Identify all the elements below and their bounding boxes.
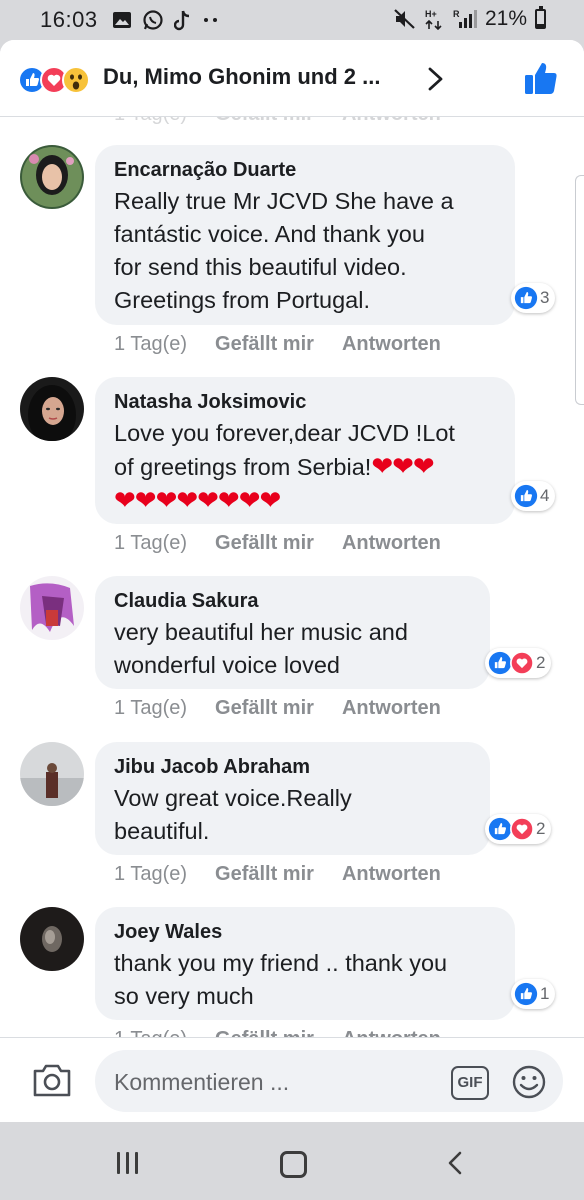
reply-link[interactable]: Antworten (342, 1028, 441, 1037)
status-time: 16:03 (40, 7, 98, 32)
whatsapp-icon (143, 10, 163, 30)
comment-bubble[interactable]: Joey Wales thank you my friend .. thank … (95, 907, 515, 1020)
comment-bubble[interactable]: Claudia Sakura very beautiful her music … (95, 576, 490, 689)
avatar[interactable] (20, 145, 84, 209)
chevron-right-icon[interactable] (426, 66, 446, 92)
comment-age: 1 Tag(e) (114, 863, 188, 885)
comment-text: very beautiful her music and wonderful v… (114, 619, 408, 678)
system-nav-bar (0, 1122, 584, 1200)
battery-percent: 21% (484, 7, 527, 30)
comment-text: thank you my friend .. thank you so very… (114, 950, 448, 1009)
love-reaction-icon (510, 651, 534, 675)
comment-text: Love you forever,dear JCVD !Lot of greet… (114, 420, 455, 515)
reply-link[interactable]: Antworten (342, 863, 441, 885)
comment-meta-previous: 1 Tag(e)Gefällt mirAntworten (114, 117, 469, 126)
reaction-count: 3 (540, 288, 550, 307)
scrollbar[interactable] (575, 175, 584, 405)
avatar[interactable] (20, 907, 84, 971)
comment-text: Really true Mr JCVD She have a fantástic… (114, 188, 454, 313)
comment-age: 1 Tag(e) (114, 1028, 187, 1037)
comment-author[interactable]: Jibu Jacob Abraham (114, 754, 471, 780)
like-reaction-icon (488, 817, 512, 841)
like-reaction-icon (514, 286, 538, 310)
more-notifications-icon (204, 18, 217, 22)
comments-header: Du, Mimo Ghonim und 2 ... (0, 40, 584, 117)
like-reaction-icon (514, 484, 538, 508)
comment-age: 1 Tag(e) (114, 697, 188, 719)
comment-bubble[interactable]: Jibu Jacob Abraham Vow great voice.Reall… (95, 742, 490, 855)
gallery-icon (113, 12, 131, 28)
camera-icon[interactable] (32, 1062, 72, 1098)
home-icon[interactable] (280, 1151, 307, 1178)
back-icon[interactable] (446, 1150, 464, 1176)
battery-icon (535, 6, 546, 29)
comment-age: 1 Tag(e) (114, 532, 188, 554)
header-reactions[interactable] (18, 66, 98, 94)
reaction-count-badge[interactable]: 1 (511, 979, 556, 1009)
like-button-icon[interactable] (522, 60, 560, 98)
svg-text:H+: H+ (425, 9, 437, 19)
comment-author[interactable]: Natasha Joksimovic (114, 389, 496, 415)
like-link[interactable]: Gefällt mir (215, 697, 314, 719)
reaction-count: 2 (536, 819, 546, 838)
comment-text: Vow great voice.Really beautiful. (114, 785, 352, 844)
like-link[interactable]: Gefällt mir (215, 532, 314, 554)
reply-link[interactable]: Antworten (342, 532, 441, 554)
comment-meta: 1 Tag(e) Gefällt mir Antworten (114, 532, 469, 555)
emoji-icon[interactable] (511, 1064, 547, 1100)
signal-icon: R (453, 9, 477, 28)
status-bar: 16:03 H+ R 21% (0, 0, 584, 40)
comment-bubble[interactable]: Encarnação Duarte Really true Mr JCVD Sh… (95, 145, 515, 325)
network-type-icon: H+ (425, 9, 442, 30)
reaction-count-badge[interactable]: 2 (485, 814, 552, 844)
comment-meta: 1 Tag(e) Gefällt mir Antworten (114, 333, 469, 356)
comment-author[interactable]: Claudia Sakura (114, 588, 471, 614)
comment-age: 1 Tag(e) (114, 333, 188, 355)
comments-list[interactable]: 1 Tag(e) Gefällt mir Antworten Encarnação … (0, 117, 584, 1037)
comment-meta: 1 Tag(e) Gefällt mir Antworten (114, 1028, 469, 1037)
avatar[interactable] (20, 742, 84, 806)
like-link[interactable]: Gefällt mir (215, 863, 314, 885)
like-reaction-icon (514, 982, 538, 1006)
reaction-count-badge[interactable]: 4 (511, 481, 556, 511)
like-link[interactable]: Gefällt mir (215, 333, 314, 355)
reactors-summary[interactable]: Du, Mimo Ghonim und 2 ... (103, 64, 380, 90)
reaction-count: 4 (540, 486, 550, 505)
comment-input[interactable]: Kommentieren ... GIF (95, 1050, 563, 1112)
tiktok-icon (174, 10, 190, 31)
love-reaction-icon (510, 817, 534, 841)
comment-composer: Kommentieren ... GIF (0, 1037, 584, 1123)
svg-text:R: R (453, 9, 460, 19)
notification-icons (112, 9, 220, 31)
mute-icon (394, 9, 415, 29)
reaction-count-badge[interactable]: 2 (485, 648, 552, 678)
comment-author[interactable]: Joey Wales (114, 919, 496, 945)
avatar[interactable] (20, 377, 84, 441)
reaction-count-badge[interactable]: 3 (511, 283, 556, 313)
comment-meta: 1 Tag(e) Gefällt mir Antworten (114, 697, 469, 720)
comment-author[interactable]: Encarnação Duarte (114, 157, 496, 183)
heart-emojis: ❤❤❤ (371, 451, 434, 481)
avatar[interactable] (20, 576, 84, 640)
comment-placeholder: Kommentieren ... (114, 1069, 290, 1095)
reply-link[interactable]: Antworten (342, 697, 441, 719)
wow-reaction-icon (62, 66, 90, 94)
comment-bubble[interactable]: Natasha Joksimovic Love you forever,dear… (95, 377, 515, 524)
recent-apps-icon[interactable] (117, 1152, 138, 1174)
heart-emojis: ❤❤❤❤❤❤❤❤ (114, 485, 281, 515)
reaction-count: 2 (536, 653, 546, 672)
comments-sheet: Du, Mimo Ghonim und 2 ... 1 Tag(e) Gefäll… (0, 40, 584, 1122)
reaction-count: 1 (540, 984, 550, 1003)
like-reaction-icon (488, 651, 512, 675)
gif-button[interactable]: GIF (451, 1066, 489, 1100)
comment-meta: 1 Tag(e) Gefällt mir Antworten (114, 863, 469, 886)
like-link[interactable]: Gefällt mir (215, 1028, 314, 1037)
reply-link[interactable]: Antworten (342, 333, 441, 355)
